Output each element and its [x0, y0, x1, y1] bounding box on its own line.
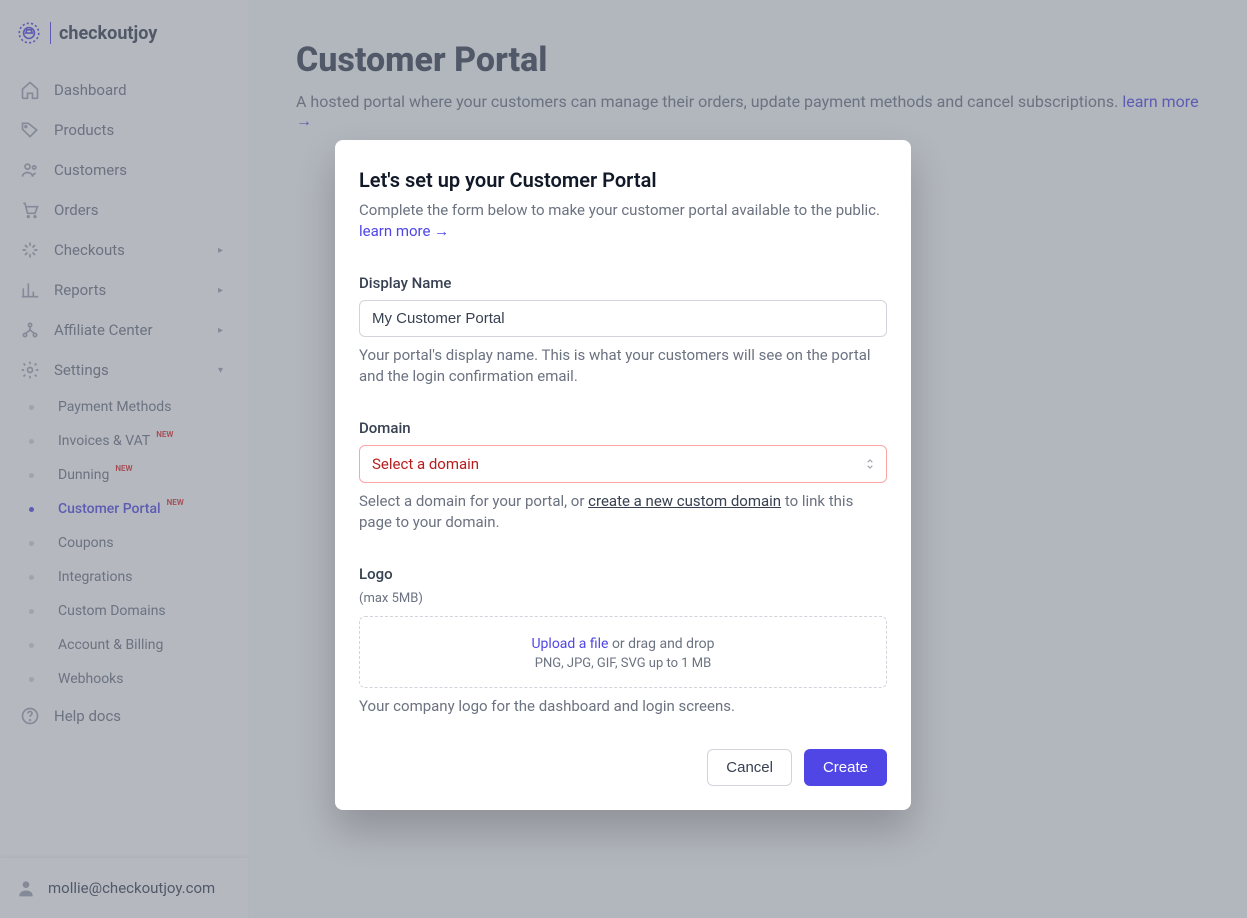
- sidebar-sub-customer-portal[interactable]: Customer Portal NEW: [27, 492, 240, 526]
- modal-footer: Cancel Create: [359, 749, 887, 786]
- sidebar-sub-coupons[interactable]: Coupons: [27, 526, 240, 560]
- sub-label: Account & Billing: [58, 637, 163, 653]
- sub-label: Webhooks: [58, 671, 124, 687]
- modal-learn-more-link[interactable]: learn more →: [359, 222, 449, 240]
- page-subtitle: A hosted portal where your customers can…: [296, 92, 1199, 131]
- sub-label: Payment Methods: [58, 399, 171, 415]
- brand-logo[interactable]: checkoutjoy: [0, 0, 248, 70]
- sidebar-item-products[interactable]: Products: [8, 110, 240, 150]
- sidebar-item-settings[interactable]: Settings ▾: [8, 350, 240, 390]
- brand-name: checkoutjoy: [59, 23, 157, 44]
- nav-label: Settings: [54, 361, 109, 379]
- cancel-button[interactable]: Cancel: [707, 749, 792, 786]
- display-name-help: Your portal's display name. This is what…: [359, 345, 887, 387]
- drag-drop-text: or drag and drop: [608, 636, 714, 652]
- sidebar-item-reports[interactable]: Reports ▸: [8, 270, 240, 310]
- logo-dropzone[interactable]: Upload a file or drag and drop PNG, JPG,…: [359, 616, 887, 688]
- display-name-input[interactable]: [359, 300, 887, 337]
- network-icon: [20, 320, 40, 340]
- chevron-right-icon: ▸: [218, 325, 228, 335]
- nav-label: Help docs: [54, 707, 121, 725]
- new-badge: NEW: [167, 498, 184, 507]
- sub-label: Dunning: [58, 467, 109, 483]
- cart-icon: [20, 200, 40, 220]
- sidebar-item-help[interactable]: Help docs: [8, 696, 240, 736]
- modal-subtitle: Complete the form below to make your cus…: [359, 200, 887, 242]
- page-subtitle-text: A hosted portal where your customers can…: [296, 92, 1122, 111]
- user-icon: [16, 878, 36, 898]
- gear-cart-icon: [16, 20, 42, 46]
- chart-icon: [20, 280, 40, 300]
- logo-sublabel: (max 5MB): [359, 591, 887, 606]
- nav-label: Reports: [54, 281, 106, 299]
- user-menu[interactable]: mollie@checkoutjoy.com: [0, 857, 248, 918]
- user-email: mollie@checkoutjoy.com: [48, 879, 215, 897]
- sidebar: checkoutjoy Dashboard Products Customers…: [0, 0, 248, 918]
- logo-group: Logo (max 5MB) Upload a file or drag and…: [359, 565, 887, 717]
- select-caret-icon: [863, 457, 877, 471]
- nav: Dashboard Products Customers Orders Chec…: [0, 70, 248, 857]
- sidebar-item-affiliate[interactable]: Affiliate Center ▸: [8, 310, 240, 350]
- sub-label: Customer Portal: [58, 501, 161, 517]
- display-name-group: Display Name Your portal's display name.…: [359, 274, 887, 387]
- page-title: Customer Portal: [296, 40, 1199, 80]
- chevron-down-icon: ▾: [218, 365, 228, 375]
- users-icon: [20, 160, 40, 180]
- sidebar-item-orders[interactable]: Orders: [8, 190, 240, 230]
- sidebar-sub-payment-methods[interactable]: Payment Methods: [27, 390, 240, 424]
- tag-icon: [20, 120, 40, 140]
- sidebar-sub-custom-domains[interactable]: Custom Domains: [27, 594, 240, 628]
- nav-label: Customers: [54, 161, 127, 179]
- domain-select[interactable]: Select a domain: [359, 445, 887, 483]
- domain-help-pre: Select a domain for your portal, or: [359, 492, 588, 510]
- create-domain-link[interactable]: create a new custom domain: [588, 492, 781, 510]
- domain-label: Domain: [359, 419, 887, 437]
- sidebar-sub-dunning[interactable]: Dunning NEW: [27, 458, 240, 492]
- nav-label: Products: [54, 121, 114, 139]
- chevron-right-icon: ▸: [218, 245, 228, 255]
- home-icon: [20, 80, 40, 100]
- modal-title: Let's set up your Customer Portal: [359, 168, 887, 192]
- sub-label: Coupons: [58, 535, 114, 551]
- upload-file-link[interactable]: Upload a file: [531, 636, 608, 652]
- display-name-label: Display Name: [359, 274, 887, 292]
- new-badge: NEW: [156, 430, 173, 439]
- domain-group: Domain Select a domain Select a domain f…: [359, 419, 887, 533]
- nav-label: Orders: [54, 201, 99, 219]
- file-formats-text: PNG, JPG, GIF, SVG up to 1 MB: [376, 656, 870, 671]
- help-icon: [20, 706, 40, 726]
- domain-help: Select a domain for your portal, or crea…: [359, 491, 887, 533]
- sub-label: Custom Domains: [58, 603, 166, 619]
- logo-label: Logo: [359, 565, 887, 583]
- sidebar-sub-account-billing[interactable]: Account & Billing: [27, 628, 240, 662]
- cog-icon: [20, 360, 40, 380]
- sidebar-sub-webhooks[interactable]: Webhooks: [27, 662, 240, 696]
- nav-label: Dashboard: [54, 81, 127, 99]
- nav-label: Checkouts: [54, 241, 125, 259]
- modal-subtitle-text: Complete the form below to make your cus…: [359, 201, 880, 219]
- sparkle-icon: [20, 240, 40, 260]
- sidebar-item-checkouts[interactable]: Checkouts ▸: [8, 230, 240, 270]
- logo-divider: [50, 22, 51, 44]
- sidebar-sub-integrations[interactable]: Integrations: [27, 560, 240, 594]
- sidebar-sub-invoices[interactable]: Invoices & VAT NEW: [27, 424, 240, 458]
- nav-label: Affiliate Center: [54, 321, 153, 339]
- new-badge: NEW: [115, 464, 132, 473]
- create-button[interactable]: Create: [804, 749, 887, 786]
- setup-modal: Let's set up your Customer Portal Comple…: [335, 140, 911, 810]
- sidebar-item-customers[interactable]: Customers: [8, 150, 240, 190]
- sub-label: Integrations: [58, 569, 132, 585]
- sub-label: Invoices & VAT: [58, 433, 150, 449]
- sidebar-item-dashboard[interactable]: Dashboard: [8, 70, 240, 110]
- chevron-right-icon: ▸: [218, 285, 228, 295]
- settings-submenu: Payment Methods Invoices & VAT NEW Dunnin…: [26, 390, 240, 696]
- logo-help: Your company logo for the dashboard and …: [359, 696, 887, 717]
